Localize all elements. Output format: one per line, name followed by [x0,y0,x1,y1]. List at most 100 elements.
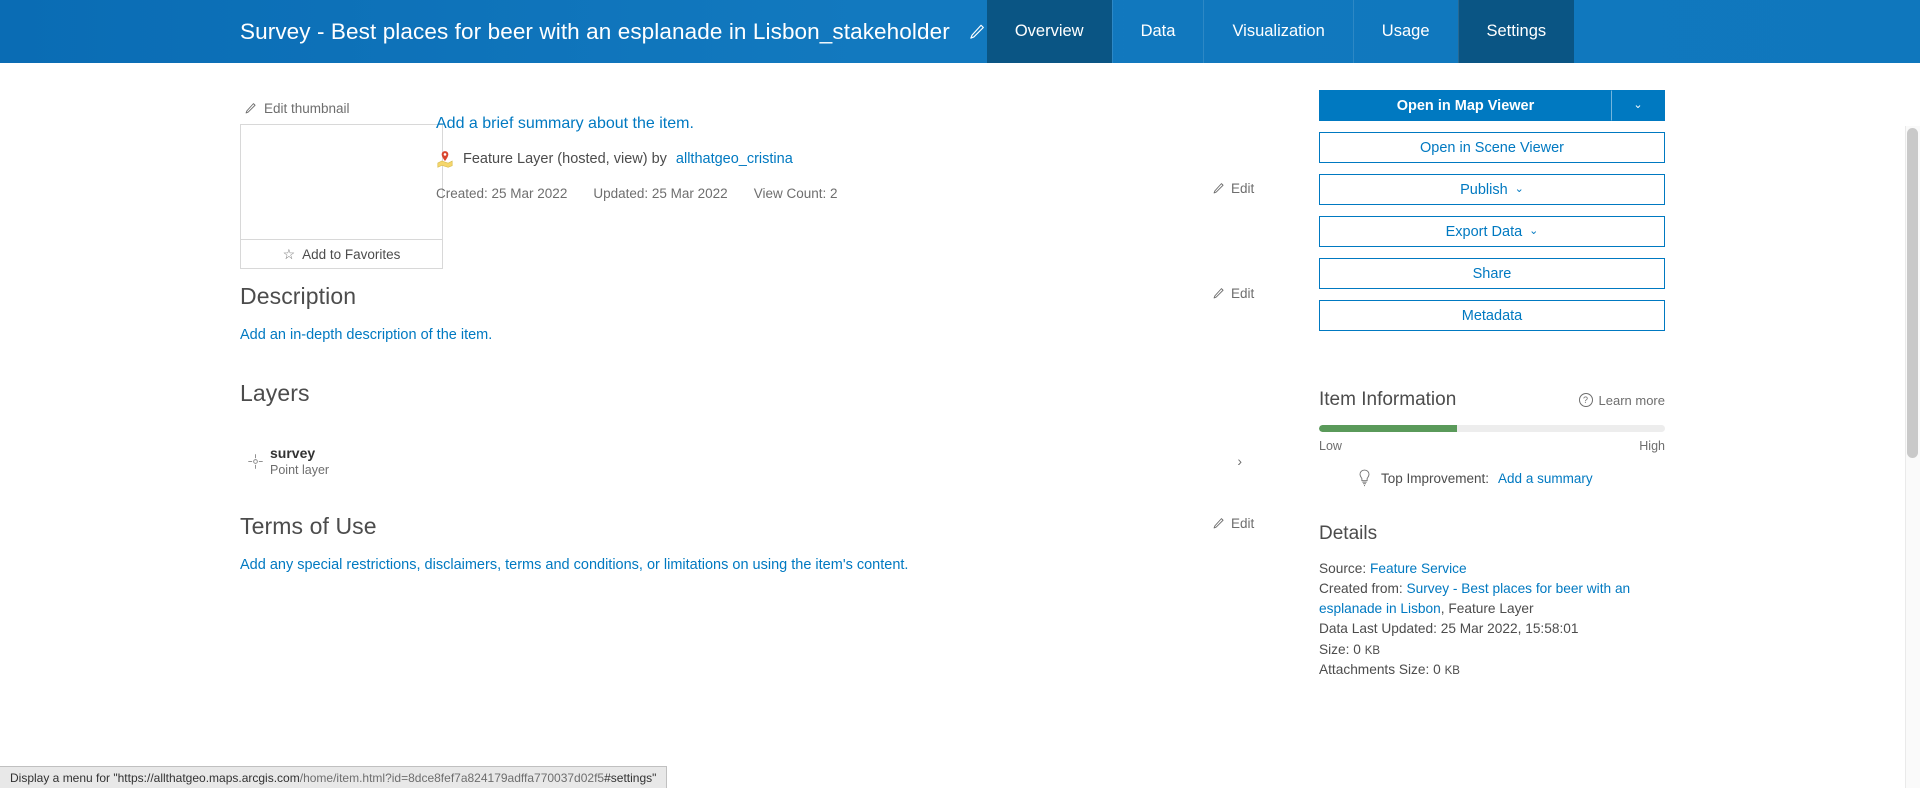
item-quality-progress-fill [1319,425,1458,432]
layer-text-group: survey Point layer [270,445,329,477]
description-body: Add an in-depth description of the item. [240,327,1310,343]
description-section: Description Add an in-depth description … [240,283,1310,343]
star-icon: ☆ [282,246,296,262]
item-information-header: Item Information ? Learn more [1319,389,1665,411]
progress-low-label: Low [1319,439,1342,453]
learn-more-label: Learn more [1598,392,1665,408]
tab-usage[interactable]: Usage [1352,0,1458,63]
page-title: Survey - Best places for beer with an es… [240,18,950,44]
page-scrollbar[interactable]: ▲ ▼ [1905,126,1920,788]
chevron-down-icon: ⌄ [1514,183,1524,195]
details-section: Details Source: Feature Service Created … [1319,523,1665,680]
page-content: Edit thumbnail ☆ Add to Favorites Add a … [0,63,1920,788]
status-bar-suffix: #settings" [604,770,657,785]
thumbnail-block: Edit thumbnail ☆ Add to Favorites [240,101,444,269]
open-in-map-viewer-split-button: Open in Map Viewer ⌄ [1319,90,1665,121]
layers-list: survey Point layer › [240,433,1310,489]
sidebar-column: Open in Map Viewer ⌄ Open in Scene Viewe… [1319,63,1665,681]
size-label: Size: [1319,641,1350,657]
created-from-label: Created from: [1319,581,1403,597]
status-bar-prefix: Display a menu for "https://allthatgeo.m… [10,770,300,785]
layer-name: survey [270,445,316,461]
pencil-icon [1212,517,1225,530]
export-data-label: Export Data [1445,223,1523,240]
edit-title-pencil-icon[interactable] [967,22,987,42]
size-unit: KB [1364,644,1381,657]
add-description-link[interactable]: Add an in-depth description of the item. [240,327,492,343]
detail-size: Size: 0 KB [1319,640,1665,659]
app-header: Survey - Best places for beer with an es… [0,0,1920,63]
publish-button[interactable]: Publish ⌄ [1319,174,1665,205]
edit-terms-button[interactable]: Edit [1212,516,1254,531]
layers-section: Layers survey Point layer › [240,380,1310,489]
item-information-section: Item Information ? Learn more Low High T… [1319,389,1665,487]
detail-data-last-updated: Data Last Updated: 25 Mar 2022, 15:58:01 [1319,621,1579,637]
pencil-icon [1212,287,1225,300]
edit-terms-label: Edit [1231,516,1255,531]
item-quality-progress-bar [1319,425,1665,432]
feature-layer-icon [436,150,454,168]
detail-created-from: Created from: Survey - Best places for b… [1319,579,1665,618]
terms-of-use-section: Terms of Use Add any special restriction… [240,513,1310,573]
layer-type: Point layer [270,463,330,477]
chevron-right-icon[interactable]: › [1237,453,1242,469]
item-thumbnail-image[interactable] [240,124,443,240]
open-in-map-viewer-dropdown-toggle[interactable]: ⌄ [1612,90,1665,121]
attachments-value: 0 [1433,662,1441,678]
source-link[interactable]: Feature Service [1370,561,1467,576]
help-icon: ? [1578,393,1593,407]
add-to-favorites-button[interactable]: ☆ Add to Favorites [240,240,443,269]
browser-status-bar: Display a menu for "https://allthatgeo.m… [0,766,668,788]
share-button[interactable]: Share [1319,258,1665,289]
chevron-down-icon: ⌄ [1633,99,1643,111]
top-improvement-row: Top Improvement: Add a summary [1319,469,1665,487]
table-row[interactable]: survey Point layer › [240,433,1310,489]
item-type-row: Feature Layer (hosted, view) by allthatg… [436,150,1116,168]
top-improvement-label: Top Improvement: [1381,470,1490,486]
primary-nav: Overview Data Visualization Usage Settin… [986,0,1920,63]
top-improvement-link[interactable]: Add a summary [1498,471,1593,486]
learn-more-button[interactable]: ? Learn more [1578,392,1665,408]
header-title-area: Survey - Best places for beer with an es… [0,0,987,63]
attachments-label: Attachments Size: [1319,662,1430,678]
open-in-map-viewer-button[interactable]: Open in Map Viewer [1319,90,1612,121]
details-list: Source: Feature Service Created from: Su… [1319,559,1665,680]
item-overview-page: Survey - Best places for beer with an es… [0,0,1920,788]
tab-settings[interactable]: Settings [1457,0,1575,63]
lightbulb-icon [1357,469,1372,487]
add-summary-link[interactable]: Add a brief summary about the item. [436,115,694,133]
item-owner-link[interactable]: allthatgeo_cristina [676,151,793,167]
publish-label: Publish [1460,181,1508,198]
point-layer-icon [240,453,270,470]
edit-description-label: Edit [1231,286,1255,301]
pencil-icon [244,102,257,115]
tab-visualization-label: Visualization [1232,22,1325,40]
detail-source: Source: Feature Service [1319,559,1665,578]
share-label: Share [1472,265,1512,282]
tab-usage-label: Usage [1381,22,1430,40]
description-heading: Description [240,283,357,309]
add-terms-link[interactable]: Add any special restrictions, disclaimer… [240,557,908,573]
view-count: View Count: 2 [753,186,838,201]
tab-overview[interactable]: Overview [986,0,1112,63]
edit-thumbnail-button[interactable]: Edit thumbnail [240,101,444,116]
edit-summary-button[interactable]: Edit [1212,181,1254,196]
open-in-scene-viewer-button[interactable]: Open in Scene Viewer [1319,132,1665,163]
export-data-button[interactable]: Export Data ⌄ [1319,216,1665,247]
layers-heading: Layers [240,380,310,406]
summary-block: Add a brief summary about the item. Feat… [436,115,1116,201]
metadata-button[interactable]: Metadata [1319,300,1665,331]
scrollbar-thumb[interactable] [1907,128,1918,458]
tab-overview-label: Overview [1014,22,1084,40]
edit-description-button[interactable]: Edit [1212,286,1254,301]
chevron-down-icon: ⌄ [1529,225,1539,237]
tab-visualization[interactable]: Visualization [1203,0,1352,63]
created-date: Created: 25 Mar 2022 [436,186,568,201]
terms-body: Add any special restrictions, disclaimer… [240,557,1310,573]
created-from-suffix: , Feature Layer [1440,600,1534,616]
tab-data[interactable]: Data [1111,0,1204,63]
item-information-heading: Item Information [1319,389,1457,410]
edit-summary-label: Edit [1231,181,1255,196]
size-value: 0 [1353,641,1361,657]
tab-data-label: Data [1140,22,1176,40]
